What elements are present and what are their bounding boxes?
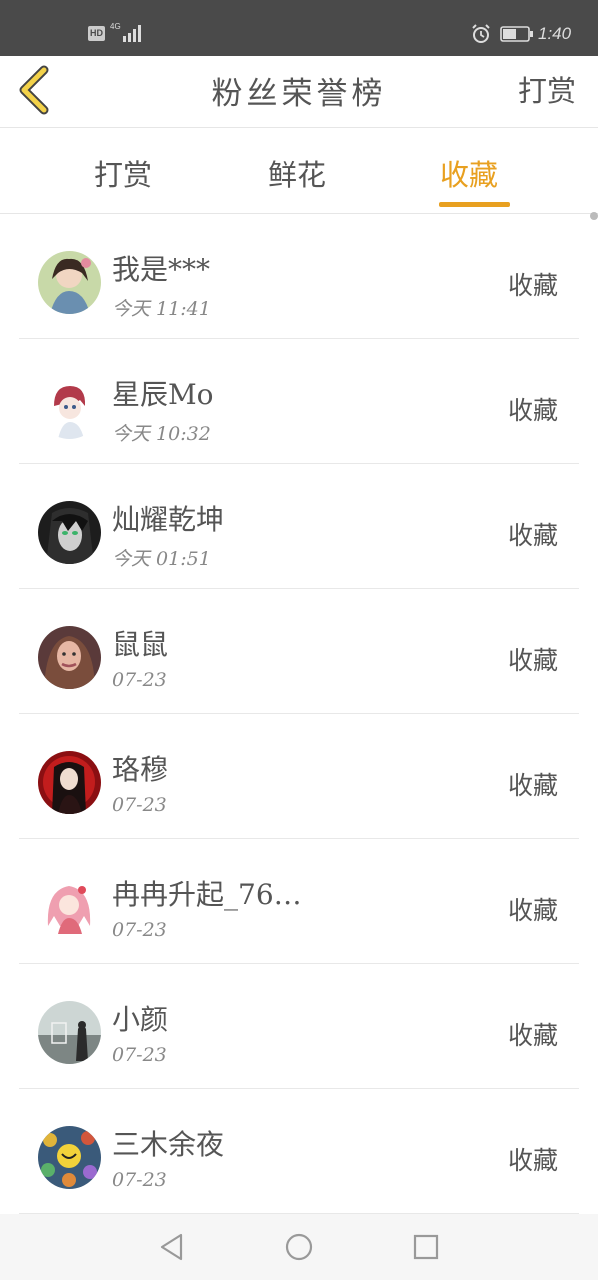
fan-time: 今天 01:51 bbox=[112, 548, 211, 570]
reward-link[interactable]: 打赏 bbox=[518, 68, 576, 110]
tab-favorites[interactable]: 收藏 bbox=[440, 152, 498, 194]
tab-bar: 打赏 鲜花 收藏 bbox=[0, 128, 598, 220]
fan-time: 07-23 bbox=[112, 1044, 167, 1066]
fan-name: 冉冉升起_76… bbox=[112, 878, 302, 911]
list-item[interactable]: 小颜 07-23 收藏 bbox=[19, 964, 579, 1089]
tab-reward[interactable]: 打赏 bbox=[94, 152, 152, 194]
list-item[interactable]: 我是*** 今天 11:41 收藏 bbox=[19, 214, 579, 339]
fan-action: 收藏 bbox=[507, 1021, 558, 1050]
page-title: 粉丝荣誉榜 bbox=[211, 76, 387, 112]
fan-list: 我是*** 今天 11:41 收藏 星辰Mo 今天 10:32 收藏 灿耀乾坤 … bbox=[0, 214, 598, 1214]
fan-time: 今天 11:41 bbox=[112, 298, 211, 320]
avatar bbox=[38, 876, 101, 939]
fan-name: 灿耀乾坤 bbox=[112, 503, 225, 536]
list-item[interactable]: 星辰Mo 今天 10:32 收藏 bbox=[19, 339, 579, 464]
fan-action: 收藏 bbox=[507, 521, 558, 550]
fan-name: 星辰Mo bbox=[112, 378, 214, 411]
fan-action: 收藏 bbox=[507, 646, 558, 675]
status-bar: HD 4G 1:40 bbox=[0, 0, 598, 56]
fan-time: 07-23 bbox=[112, 794, 167, 816]
nav-back-icon[interactable] bbox=[157, 1232, 187, 1262]
avatar bbox=[38, 376, 101, 439]
fan-time: 07-23 bbox=[112, 669, 167, 691]
header: 粉丝荣誉榜 打赏 bbox=[0, 56, 598, 128]
signal-icon bbox=[123, 25, 141, 42]
list-item[interactable]: 灿耀乾坤 今天 01:51 收藏 bbox=[19, 464, 579, 589]
fan-action: 收藏 bbox=[507, 1146, 558, 1175]
fan-name: 三木余夜 bbox=[112, 1128, 225, 1161]
avatar bbox=[38, 251, 101, 314]
alarm-icon bbox=[472, 24, 490, 43]
status-time: 1:40 bbox=[538, 24, 572, 43]
fan-name: 我是*** bbox=[112, 253, 211, 286]
list-item[interactable]: 三木余夜 07-23 收藏 bbox=[19, 1089, 579, 1214]
fan-action: 收藏 bbox=[507, 896, 558, 925]
list-item[interactable]: 珞穆 07-23 收藏 bbox=[19, 714, 579, 839]
fan-action: 收藏 bbox=[507, 396, 558, 425]
nav-recent-icon[interactable] bbox=[411, 1232, 441, 1262]
avatar bbox=[38, 1001, 101, 1064]
list-item[interactable]: 鼠鼠 07-23 收藏 bbox=[19, 589, 579, 714]
fan-name: 珞穆 bbox=[112, 753, 169, 786]
fan-time: 07-23 bbox=[112, 919, 167, 941]
hd-badge: HD bbox=[88, 26, 105, 41]
fan-name: 小颜 bbox=[112, 1003, 169, 1036]
fan-action: 收藏 bbox=[507, 271, 558, 300]
battery-icon bbox=[500, 26, 533, 42]
fan-time: 今天 10:32 bbox=[112, 423, 211, 445]
avatar bbox=[38, 501, 101, 564]
avatar bbox=[38, 751, 101, 814]
fan-action: 收藏 bbox=[507, 771, 558, 800]
active-tab-indicator bbox=[439, 202, 510, 207]
nav-home-icon[interactable] bbox=[284, 1232, 314, 1262]
avatar bbox=[38, 1126, 101, 1189]
fan-time: 07-23 bbox=[112, 1169, 167, 1191]
system-nav-bar bbox=[0, 1214, 598, 1280]
fan-name: 鼠鼠 bbox=[112, 628, 169, 661]
avatar bbox=[38, 626, 101, 689]
tab-flowers[interactable]: 鲜花 bbox=[268, 152, 326, 194]
list-item[interactable]: 冉冉升起_76… 07-23 收藏 bbox=[19, 839, 579, 964]
